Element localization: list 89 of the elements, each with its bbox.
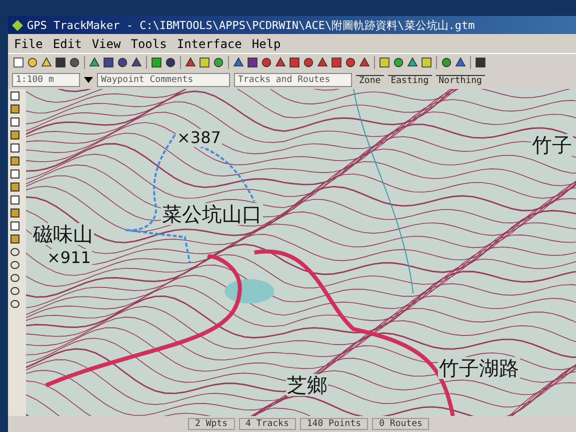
toolbar-button[interactable] (212, 56, 225, 69)
place-name-label: 芝鄉 (286, 374, 328, 396)
toolbar-button[interactable] (474, 56, 487, 69)
toolbar-button[interactable] (232, 56, 245, 69)
toolbar-glyph-icon (303, 57, 314, 68)
toolbar-button[interactable] (12, 56, 25, 69)
toolbar-button[interactable] (116, 56, 129, 69)
status-cell: 4 Tracks (238, 418, 296, 430)
toolbar-glyph-icon (131, 57, 142, 68)
toolbar-glyph-icon (393, 57, 404, 68)
toolbar-button[interactable] (288, 56, 301, 69)
toolbar-button[interactable] (316, 56, 329, 69)
toolbar-glyph-icon (41, 57, 52, 68)
status-cell: 140 Points (300, 418, 368, 430)
toolbar-glyph-icon (379, 57, 390, 68)
toolbar-glyph-icon (261, 57, 272, 68)
toolbar-glyph-icon (359, 57, 370, 68)
toolbar-button[interactable] (440, 56, 453, 69)
toolbar-glyph-icon (421, 57, 432, 68)
elevation-label: ×387 (176, 129, 222, 147)
toolbar-glyph-icon (199, 57, 210, 68)
toolbar-glyph-icon (455, 57, 466, 68)
status-cell: 0 Routes (372, 418, 430, 430)
elevation-label: ×911 (46, 249, 92, 267)
coordinate-header: Zone (356, 74, 384, 86)
toolbar-glyph-icon (55, 57, 66, 68)
toolbar-button[interactable] (150, 56, 163, 69)
status-cell: 2 Wpts (188, 418, 235, 430)
toolbar-button[interactable] (420, 56, 433, 69)
menu-item[interactable]: Tools (130, 36, 167, 50)
toolbar-button[interactable] (260, 56, 273, 69)
toolbar-glyph-icon (317, 57, 328, 68)
menu-item[interactable]: Interface (176, 36, 242, 50)
toolbar-glyph-icon (103, 57, 114, 68)
waypoint-comments-field[interactable]: Waypoint Comments (97, 73, 230, 87)
toolbar-glyph-icon (185, 57, 196, 68)
toolbar-button[interactable] (54, 56, 67, 69)
window-title: GPS TrackMaker - C:\IBMTOOLS\APPS\PCDRWIN\ACE\附圖軌跡資料\菜公坑山.gtm (8, 16, 576, 34)
toolbar-glyph-icon (289, 57, 300, 68)
app-icon (12, 20, 23, 30)
toolbar-glyph-icon (475, 57, 486, 68)
menu-item[interactable]: Edit (52, 36, 82, 50)
toolbar-glyph-icon (151, 57, 162, 68)
toolbar-button[interactable] (102, 56, 115, 69)
toolbar-glyph-icon (165, 57, 176, 68)
toolbar-button[interactable] (358, 56, 371, 69)
toolbar-glyph-icon (117, 57, 128, 68)
toolbar-button[interactable] (26, 56, 39, 69)
toolbar-button[interactable] (330, 56, 343, 69)
tracks-routes-field[interactable]: Tracks and Routes (234, 73, 352, 87)
toolbar-glyph-icon (233, 57, 244, 68)
toolbar-button[interactable] (68, 56, 81, 69)
toolbar-button[interactable] (88, 56, 101, 69)
toolbar-button[interactable] (130, 56, 143, 69)
toolbar-button[interactable] (454, 56, 467, 69)
toolbar-glyph-icon (89, 57, 100, 68)
pond (224, 279, 274, 304)
toolbar-button[interactable] (344, 56, 357, 69)
toolbar-button[interactable] (40, 56, 53, 69)
toolbar-button[interactable] (164, 56, 177, 69)
toolbar-glyph-icon (27, 57, 38, 68)
place-name-label: 竹子湖路 (438, 357, 520, 379)
toolbar-glyph-icon (331, 57, 342, 68)
toolbar-glyph-icon (13, 57, 24, 68)
toolbar-button[interactable] (302, 56, 315, 69)
toolbar-glyph-icon (441, 57, 452, 68)
toolbar-glyph-icon (345, 57, 356, 68)
toolbar-button[interactable] (274, 56, 287, 69)
toolbar-button[interactable] (198, 56, 211, 69)
menu-item[interactable]: File (14, 36, 43, 50)
dropdown-arrow-icon[interactable] (84, 77, 93, 83)
toolbar-glyph-icon (213, 57, 224, 68)
scale-field[interactable]: 1:100 m (12, 73, 80, 87)
toolbar-button[interactable] (184, 56, 197, 69)
place-name-label: 菜公坑山口 (161, 203, 263, 225)
place-name-label: 竹子 (531, 134, 573, 156)
coordinate-header: Easting (388, 74, 432, 86)
toolbar-button[interactable] (246, 56, 259, 69)
toolbar-button[interactable] (406, 56, 419, 69)
menu-item[interactable]: Help (252, 36, 281, 50)
toolbar-glyph-icon (407, 57, 418, 68)
toolbar-glyph-icon (275, 57, 286, 68)
toolbar-button[interactable] (392, 56, 405, 69)
menu-item[interactable]: View (92, 36, 121, 50)
toolbar-button[interactable] (378, 56, 391, 69)
coordinate-header: Northing (436, 74, 485, 86)
toolbar-glyph-icon (247, 57, 258, 68)
place-name-label: 磁味山 (32, 223, 94, 245)
toolbar-glyph-icon (69, 57, 80, 68)
